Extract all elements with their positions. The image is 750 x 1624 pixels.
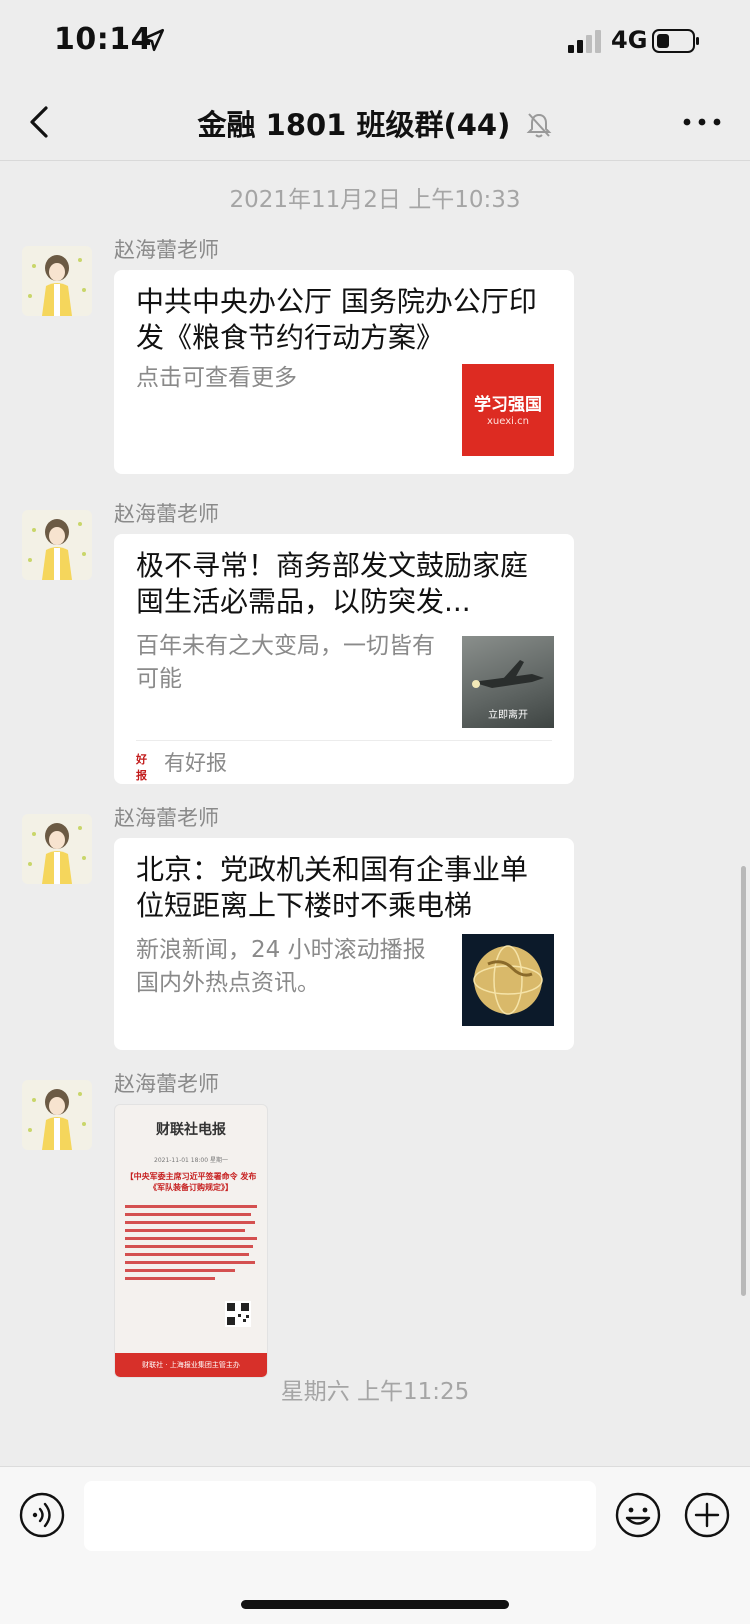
status-time: 10:14 xyxy=(54,22,152,57)
add-more-icon[interactable] xyxy=(683,1491,731,1539)
article-description: 百年未有之大变局，一切皆有可能 xyxy=(136,633,435,692)
article-title: 极不寻常！商务部发文鼓励家庭囤生活必需品，以防突发... xyxy=(136,549,529,618)
avatar[interactable] xyxy=(22,1080,92,1150)
sender-name: 赵海蕾老师 xyxy=(114,806,219,830)
article-description: 新浪新闻，24 小时滚动播报国内外热点资讯。 xyxy=(136,937,426,996)
avatar-girl-icon xyxy=(28,823,86,884)
sender-name: 赵海蕾老师 xyxy=(114,238,219,262)
network-type: 4G xyxy=(611,26,648,54)
chat-header: 金融 1801 班级群(44) xyxy=(0,84,750,161)
thumbnail-caption: 立即离开 xyxy=(488,710,528,721)
timestamp-separator: 2021年11月2日 上午10:33 xyxy=(229,187,521,213)
location-arrow-icon xyxy=(141,28,165,52)
chat-title: 金融 1801 班级群(44) xyxy=(0,102,750,144)
thumbnail-subtext: xuexi.cn xyxy=(487,416,529,427)
voice-input-icon[interactable] xyxy=(18,1491,66,1539)
mute-bell-icon xyxy=(527,113,552,138)
article-thumbnail xyxy=(462,934,554,1026)
battery-icon xyxy=(652,29,699,53)
signal-icon xyxy=(568,30,601,53)
article-card[interactable]: 中共中央办公厅 国务院办公厅印发《粮食节约行动方案》 点击可查看更多 学习强国 … xyxy=(114,270,574,474)
avatar[interactable] xyxy=(22,814,92,884)
image-brand: 财联社电报 xyxy=(156,1122,226,1138)
avatar[interactable] xyxy=(22,510,92,580)
article-card[interactable]: 极不寻常！商务部发文鼓励家庭囤生活必需品，以防突发... 百年未有之大变局，一切… xyxy=(114,534,574,784)
globe-image-icon xyxy=(473,945,543,1015)
image-message[interactable]: 财联社电报 2021-11-01 18:00 星期一 【中央军委主席习近平签署命… xyxy=(114,1104,268,1378)
article-description: 点击可查看更多 xyxy=(136,365,297,391)
source-name: 有好报 xyxy=(164,751,227,775)
article-thumbnail: 学习强国 xuexi.cn xyxy=(462,364,554,456)
image-body-text-lines xyxy=(125,1205,257,1280)
article-title: 中共中央办公厅 国务院办公厅印发《粮食节约行动方案》 xyxy=(136,285,537,354)
thumbnail-brand: 学习强国 xyxy=(474,395,542,415)
qr-code-icon xyxy=(225,1301,251,1327)
more-options-icon[interactable] xyxy=(682,114,722,130)
timestamp-separator: 星期六 上午11:25 xyxy=(280,1379,470,1405)
avatar-girl-icon xyxy=(28,519,86,580)
image-headline: 【中央军委主席习近平签署命令 发布《军队装备订购规定》】 xyxy=(125,1172,257,1192)
avatar-girl-icon xyxy=(28,1089,86,1150)
article-title: 北京：党政机关和国有企事业单位短距离上下楼时不乘电梯 xyxy=(136,853,529,922)
status-bar: 10:14 4G xyxy=(0,0,750,84)
image-date: 2021-11-01 18:00 星期一 xyxy=(154,1157,228,1164)
article-thumbnail: 立即离开 xyxy=(462,636,554,728)
article-card[interactable]: 北京：党政机关和国有企事业单位短距离上下楼时不乘电梯 新浪新闻，24 小时滚动播… xyxy=(114,838,574,1050)
avatar-girl-icon xyxy=(28,255,86,316)
message-input[interactable] xyxy=(84,1481,596,1551)
source-logo-icon: 好报 xyxy=(136,753,147,782)
chat-title-text: 金融 1801 班级群(44) xyxy=(197,108,511,142)
home-indicator[interactable] xyxy=(241,1600,509,1609)
article-source[interactable]: 好报 有好报 xyxy=(136,740,552,782)
scrollbar[interactable] xyxy=(741,866,746,1296)
sender-name: 赵海蕾老师 xyxy=(114,1072,219,1096)
emoji-icon[interactable] xyxy=(614,1491,662,1539)
avatar[interactable] xyxy=(22,246,92,316)
sender-name: 赵海蕾老师 xyxy=(114,502,219,526)
